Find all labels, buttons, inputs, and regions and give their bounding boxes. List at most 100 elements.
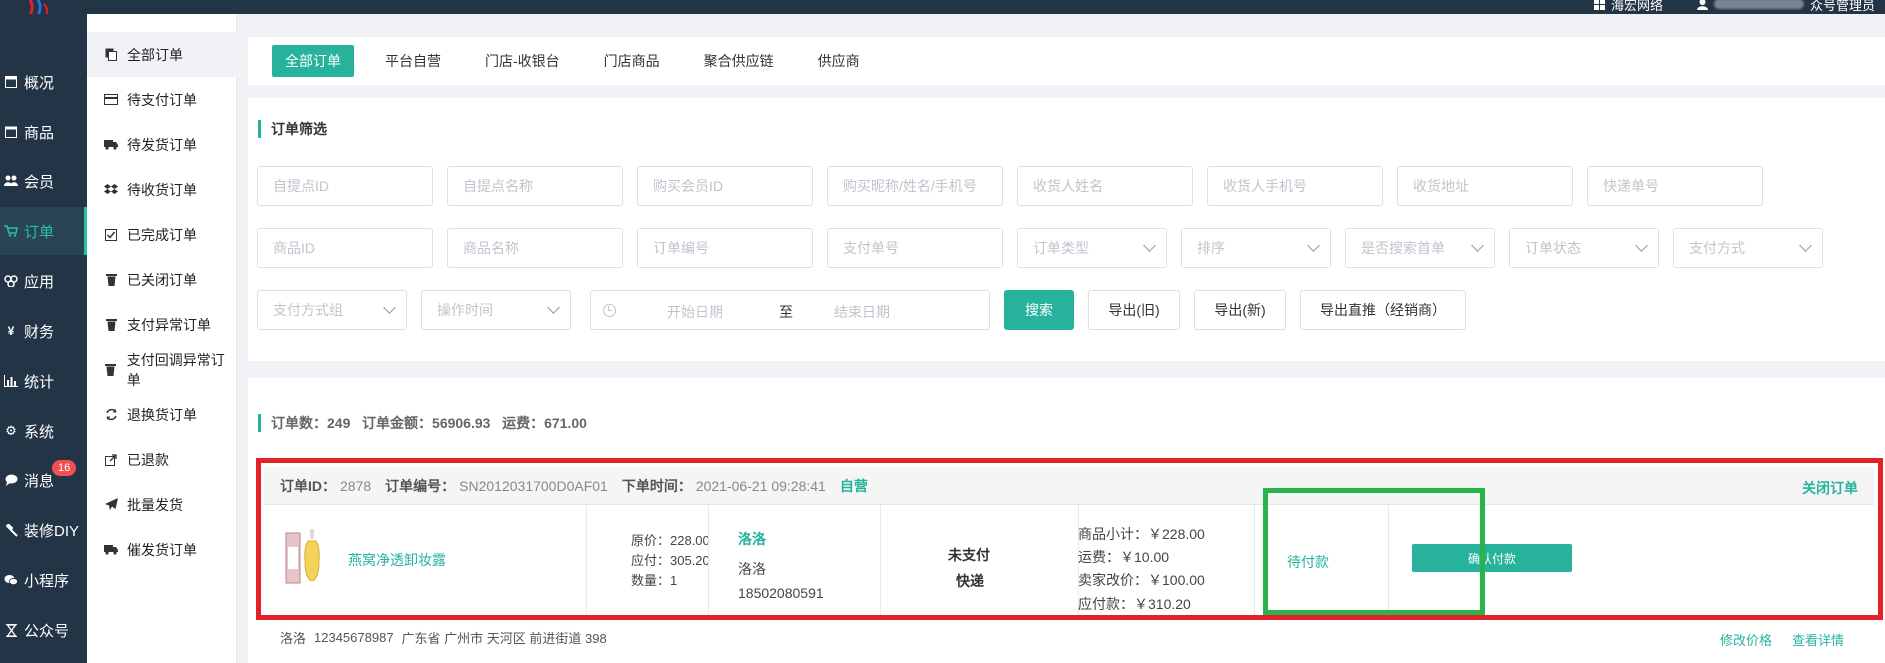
user-role: 众号管理员 (1809, 0, 1875, 13)
order-type-badge: 自营 (839, 477, 868, 494)
select-value: 操作时间 (437, 302, 493, 318)
payment-method-select[interactable]: 支付方式 (1673, 228, 1823, 268)
payment-state: 未支付 (948, 547, 990, 563)
goods-id-input[interactable]: 商品ID (257, 228, 433, 268)
nav-item-system[interactable]: ⚙ 系统 (0, 407, 87, 455)
subnav-label: 已完成订单 (127, 226, 197, 243)
subnav-callback-exception[interactable]: 支付回调异常订单 (87, 347, 237, 392)
column-divider (586, 505, 587, 617)
order-subnav: 全部订单 待支付订单 待发货订单 待收货订单 已完成订单 已关闭订单 支付异常订… (87, 14, 237, 663)
subnav-label: 批量发货 (127, 496, 183, 513)
nav-item-decoration[interactable]: 装修DIY (0, 506, 87, 554)
confirm-payment-button[interactable]: 确认付款 (1412, 544, 1572, 572)
column-divider (708, 505, 709, 617)
credit-card-icon (104, 93, 118, 107)
payment-group-select[interactable]: 支付方式组 (257, 290, 407, 330)
chevron-down-icon (1307, 239, 1320, 252)
hourglass-icon (4, 623, 18, 637)
receiver-address-input[interactable]: 收货地址 (1397, 166, 1573, 206)
order-freight: 671.00 (544, 415, 587, 431)
tab-supply-chain[interactable]: 聚合供应链 (691, 45, 787, 77)
buyer-id-input[interactable]: 购买会员ID (637, 166, 813, 206)
subnav-completed[interactable]: 已完成订单 (87, 212, 237, 257)
truck-icon (104, 138, 118, 152)
subnav-batch-shipment[interactable]: 批量发货 (87, 482, 237, 527)
original-price: 原价：228.00 (631, 533, 710, 548)
export-old-button[interactable]: 导出(旧) (1088, 290, 1180, 330)
column-divider (1254, 505, 1255, 617)
nav-item-finance[interactable]: ¥ 财务 (0, 307, 87, 355)
receiver-name-input[interactable]: 收货人姓名 (1017, 166, 1193, 206)
pickup-id-input[interactable]: 自提点ID (257, 166, 433, 206)
order-type-select[interactable]: 订单类型 (1017, 228, 1167, 268)
payment-sn-input[interactable]: 支付单号 (827, 228, 1003, 268)
close-order-link[interactable]: 关闭订单 (1802, 478, 1858, 498)
order-sn-input[interactable]: 订单编号 (637, 228, 813, 268)
product-image[interactable] (284, 527, 324, 585)
subnav-label: 待发货订单 (127, 136, 197, 153)
user-menu[interactable]: 众号管理员 (1696, 0, 1875, 14)
subnav-pending-payment[interactable]: 待支付订单 (87, 77, 237, 122)
nav-label: 应用 (24, 273, 55, 291)
subnav-pending-shipment[interactable]: 待发货订单 (87, 122, 237, 167)
export-new-button[interactable]: 导出(新) (1194, 290, 1286, 330)
product-name-link[interactable]: 燕窝净透卸妆露 (348, 550, 446, 570)
tab-store-goods[interactable]: 门店商品 (591, 45, 673, 77)
nav-item-official-account[interactable]: 公众号 (0, 606, 87, 654)
cart-icon (4, 224, 18, 238)
nav-item-orders[interactable]: 订单 (0, 207, 87, 255)
goods-name-input[interactable]: 商品名称 (447, 228, 623, 268)
export-direct-button[interactable]: 导出直推（经销商） (1300, 290, 1466, 330)
subnav-returns[interactable]: 退换货订单 (87, 392, 237, 437)
paper-plane-icon (104, 498, 118, 512)
nav-item-apps[interactable]: 应用 (0, 257, 87, 305)
select-value: 是否搜索首单 (1361, 240, 1445, 256)
nav-item-overview[interactable]: 概况 (0, 58, 87, 106)
nav-label: 统计 (24, 373, 55, 391)
operation-time-select[interactable]: 操作时间 (421, 290, 571, 330)
main-sidebar: 概况 商品 会员 订单 应用 ¥ 财务 统计 ⚙ 系统 消息 16 装修DIY … (0, 14, 87, 663)
tab-all-orders[interactable]: 全部订单 (272, 45, 354, 77)
subnav-refunded[interactable]: 已退款 (87, 437, 237, 482)
chevron-down-icon (1799, 239, 1812, 252)
nav-label: 消息 (24, 472, 55, 490)
filter-title: 订单筛选 (258, 120, 327, 138)
pickup-name-input[interactable]: 自提点名称 (447, 166, 623, 206)
nav-item-statistics[interactable]: 统计 (0, 357, 87, 405)
nav-item-messages[interactable]: 消息 16 (0, 456, 87, 504)
search-button[interactable]: 搜索 (1004, 290, 1074, 330)
receiver-phone-input[interactable]: 收货人手机号 (1207, 166, 1383, 206)
yen-icon: ¥ (7, 324, 15, 338)
top-right-area: 海宏网络 众号管理员 (1593, 0, 1875, 14)
buyer-keyword-input[interactable]: 购买昵称/姓名/手机号 (827, 166, 1003, 206)
order-status-select[interactable]: 订单状态 (1509, 228, 1659, 268)
date-range-picker[interactable]: 开始日期 至 结束日期 (590, 290, 990, 330)
subnav-payment-exception[interactable]: 支付异常订单 (87, 302, 237, 347)
chevron-down-icon (1143, 239, 1156, 252)
chevron-down-icon (1471, 239, 1484, 252)
subnav-label: 退换货订单 (127, 406, 197, 423)
select-value: 订单状态 (1525, 240, 1581, 256)
view-detail-link[interactable]: 查看详情 (1792, 630, 1844, 649)
buyer-nickname-link[interactable]: 洛洛 (738, 529, 766, 549)
first-order-select[interactable]: 是否搜索首单 (1345, 228, 1495, 268)
sort-select[interactable]: 排序 (1181, 228, 1331, 268)
address-text: 广东省 广州市 天河区 前进街道 398 (401, 630, 607, 646)
select-value: 排序 (1197, 240, 1225, 256)
tracking-number-input[interactable]: 快递单号 (1587, 166, 1763, 206)
subnav-closed[interactable]: 已关闭订单 (87, 257, 237, 302)
address-phone: 12345678987 (314, 629, 394, 645)
nav-item-miniprogram[interactable]: 小程序 (0, 556, 87, 604)
tab-platform-self[interactable]: 平台自营 (372, 45, 454, 77)
account-switch[interactable]: 海宏网络 (1593, 0, 1663, 14)
subnav-label: 支付异常订单 (127, 316, 211, 333)
order-status: 待付款 (1287, 554, 1329, 570)
edit-price-link[interactable]: 修改价格 (1720, 630, 1772, 649)
subnav-urge-shipment[interactable]: 催发货订单 (87, 527, 237, 572)
nav-item-members[interactable]: 会员 (0, 157, 87, 205)
nav-item-goods[interactable]: 商品 (0, 108, 87, 156)
tab-store-cashier[interactable]: 门店-收银台 (472, 45, 573, 77)
tab-supplier[interactable]: 供应商 (805, 45, 873, 77)
subnav-pending-receipt[interactable]: 待收货订单 (87, 167, 237, 212)
subnav-all-orders[interactable]: 全部订单 (87, 32, 237, 77)
